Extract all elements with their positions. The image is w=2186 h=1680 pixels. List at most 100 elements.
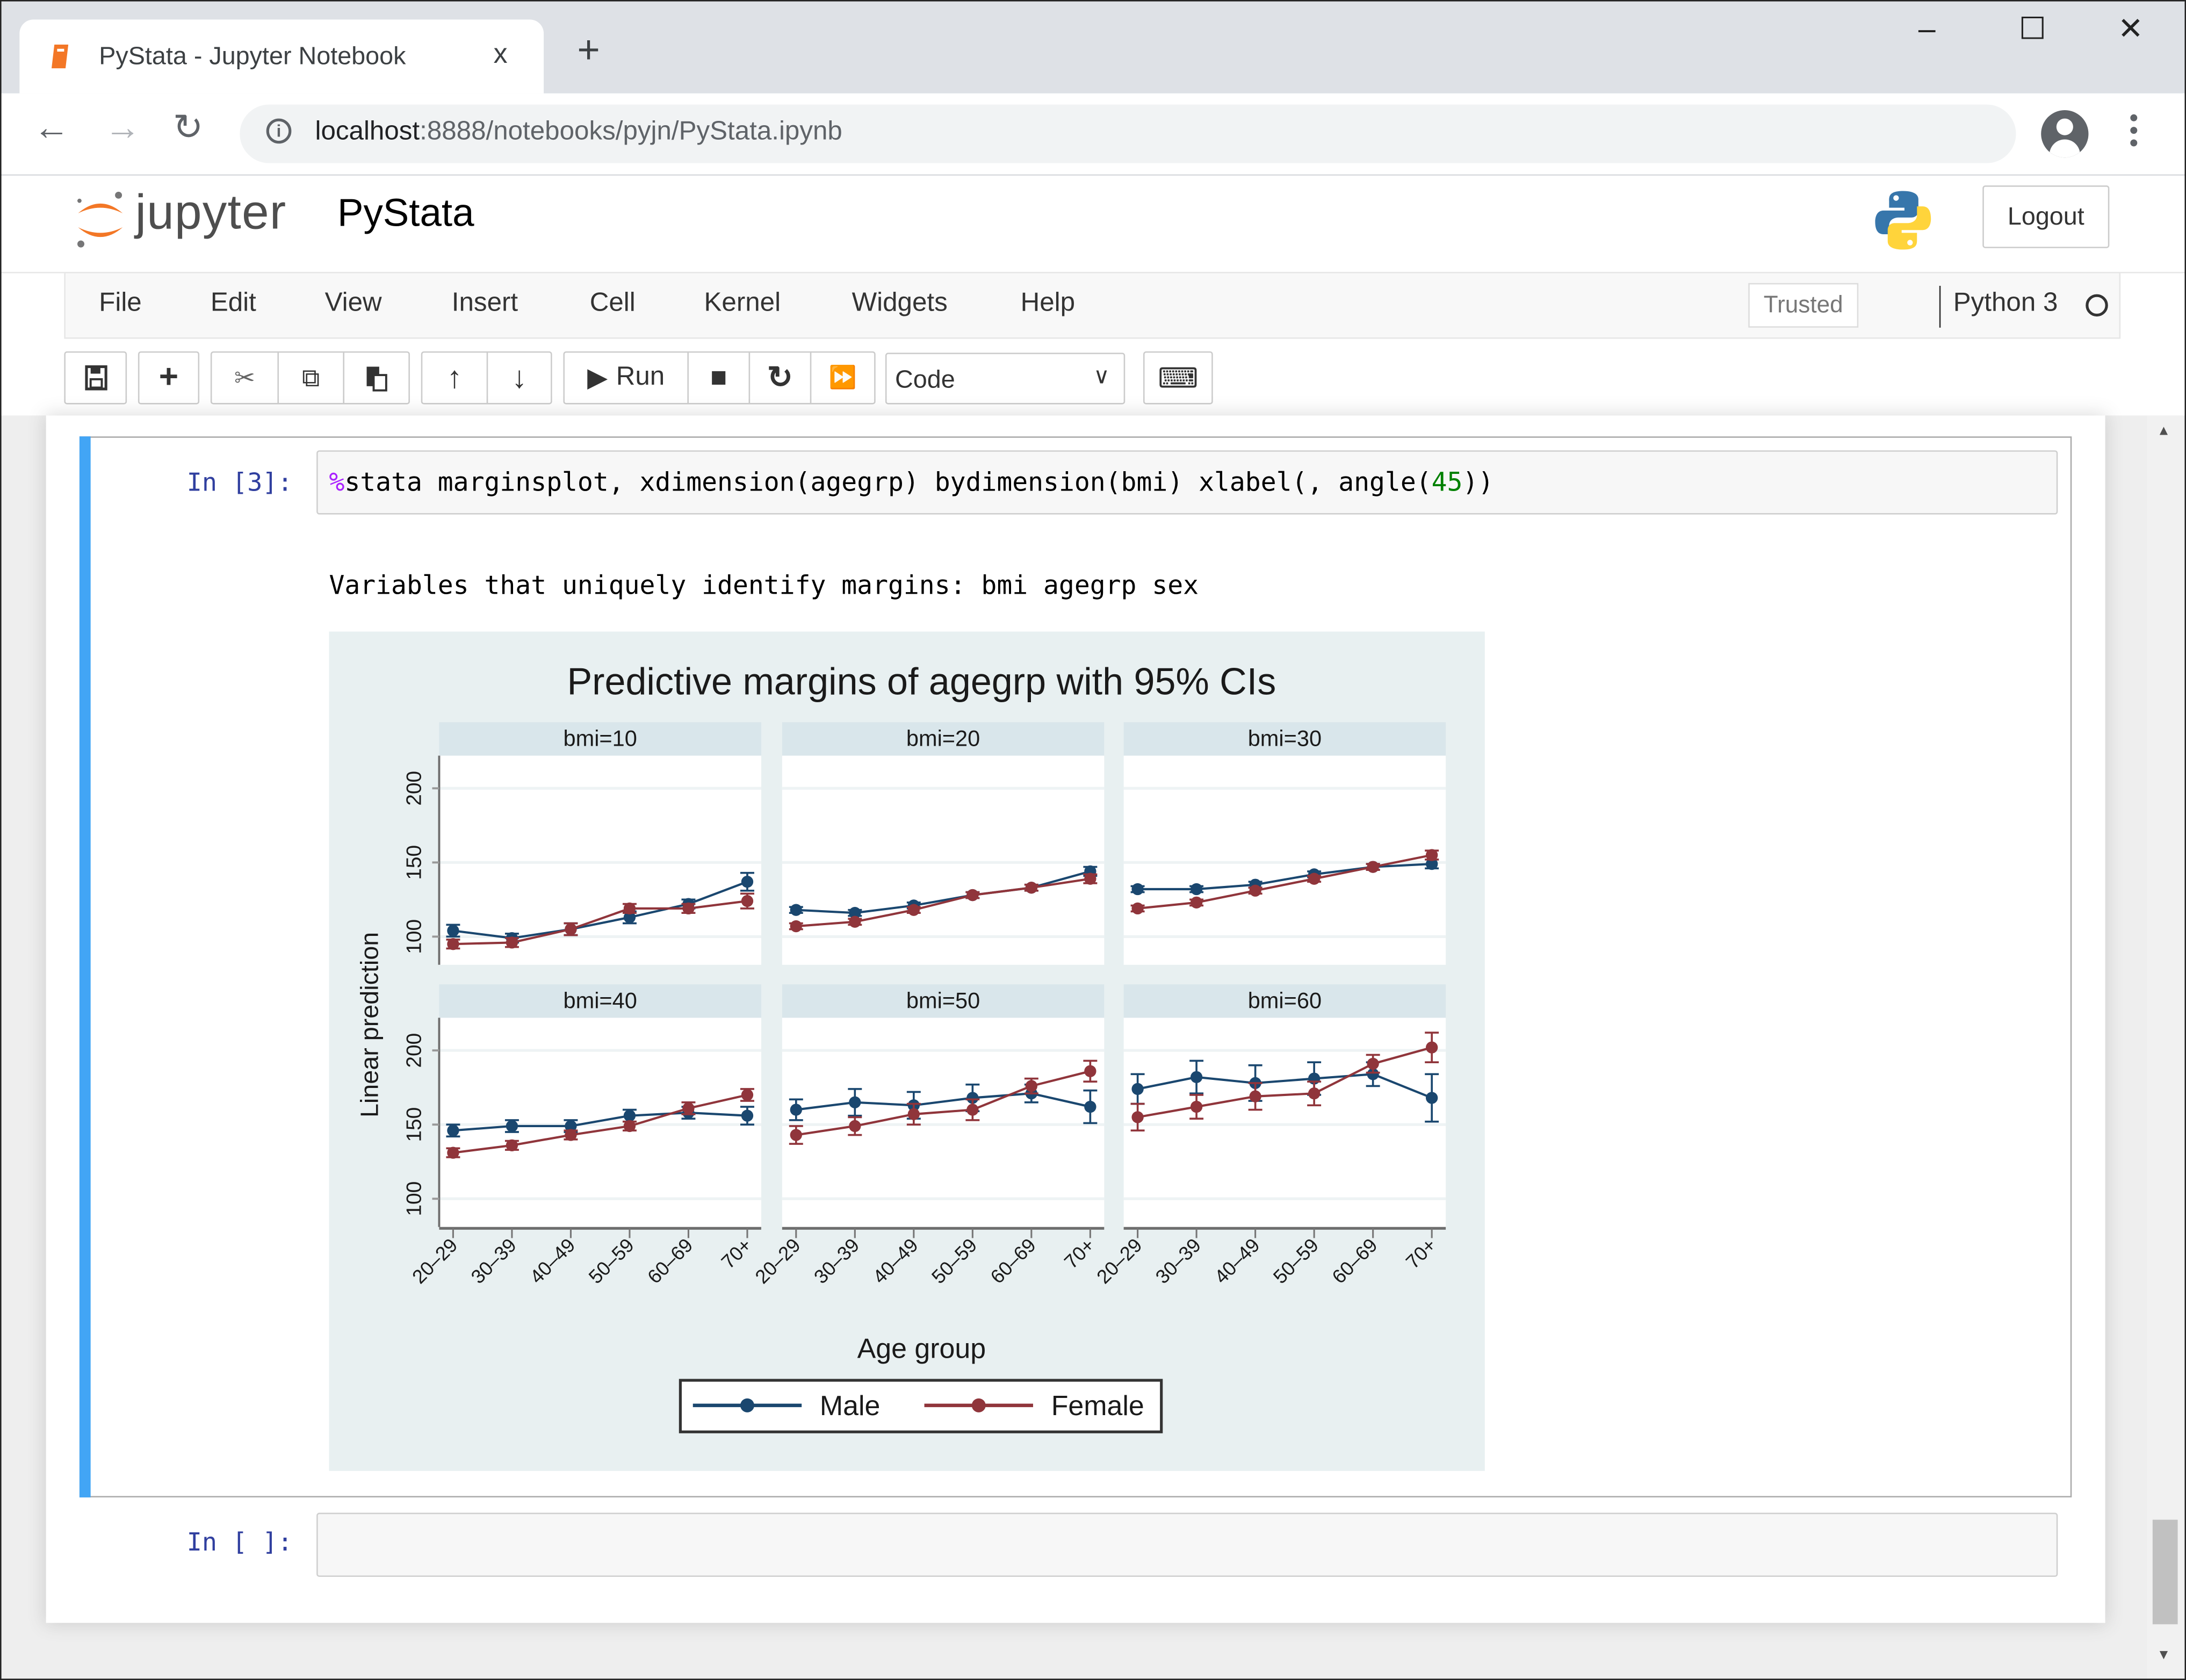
toolbar-group-save xyxy=(64,351,127,405)
panel-strip-label: bmi=60 xyxy=(1248,987,1322,1013)
scrollbar[interactable] xyxy=(2147,415,2183,1680)
data-point xyxy=(741,1109,754,1122)
y-tick-label: 100 xyxy=(403,1181,426,1216)
save-button[interactable] xyxy=(66,353,126,403)
x-tick-label: 30–39 xyxy=(1151,1234,1205,1288)
data-point xyxy=(790,1129,802,1141)
stop-icon: ■ xyxy=(710,362,727,393)
browser-menu-icon[interactable] xyxy=(2130,114,2139,152)
arrow-down-icon: ↓ xyxy=(511,359,527,395)
back-button[interactable]: ← xyxy=(33,109,69,145)
scroll-down-arrow-icon[interactable]: ▼ xyxy=(2157,1648,2171,1663)
reload-button[interactable]: ↻ xyxy=(173,109,204,145)
scrollbar-thumb[interactable] xyxy=(2152,1519,2178,1625)
code-text[interactable]: %stata marginsplot, xdimension(agegrp) b… xyxy=(329,468,1494,497)
insert-cell-button[interactable]: + xyxy=(140,353,198,403)
profile-avatar-icon[interactable] xyxy=(2041,110,2089,158)
paste-button[interactable] xyxy=(344,353,408,403)
x-tick-label: 50–59 xyxy=(1269,1234,1323,1288)
data-point xyxy=(1249,884,1261,897)
trusted-indicator[interactable]: Trusted xyxy=(1748,283,1859,328)
menu-cell[interactable]: Cell xyxy=(590,289,636,319)
chart-svg: Predictive margins of agegrp with 95% CI… xyxy=(355,660,1446,1433)
data-point xyxy=(1190,1071,1203,1084)
tab-close-icon[interactable]: x xyxy=(494,39,508,71)
cell-type-select[interactable]: Code ∨ xyxy=(885,352,1126,405)
browser-window: PyStata - Jupyter Notebook x + – ☐ ✕ ← →… xyxy=(0,0,2186,1680)
data-point xyxy=(1084,1065,1096,1077)
forward-button[interactable]: → xyxy=(105,109,141,145)
copy-button[interactable]: ⧉ xyxy=(279,352,344,403)
data-point xyxy=(1131,1083,1144,1095)
jupyter-logo-icon[interactable] xyxy=(73,188,128,251)
data-point xyxy=(907,904,920,916)
y-tick-label: 150 xyxy=(403,1107,426,1142)
toolbar-group-insert: + xyxy=(138,351,200,405)
restart-button[interactable]: ↻ xyxy=(750,352,812,403)
data-point xyxy=(447,925,459,937)
move-up-button[interactable]: ↑ xyxy=(422,352,488,403)
input-prompt: In [3]: xyxy=(186,468,293,498)
data-point xyxy=(1131,902,1144,915)
empty-cell-prompt: In [ ]: xyxy=(186,1528,293,1558)
tab-pystata[interactable]: PyStata - Jupyter Notebook x xyxy=(19,19,544,93)
menu-kernel[interactable]: Kernel xyxy=(704,289,781,319)
move-down-button[interactable]: ↓ xyxy=(488,353,551,403)
chevron-down-icon: ∨ xyxy=(1093,365,1110,390)
minimize-button[interactable]: – xyxy=(1918,11,1936,47)
y-tick-label: 200 xyxy=(403,1033,426,1068)
legend: Male Female xyxy=(679,1379,1163,1433)
notebook-name[interactable]: PyStata xyxy=(337,191,474,236)
data-point xyxy=(1190,883,1203,896)
x-tick-label: 40–49 xyxy=(868,1234,922,1288)
data-point xyxy=(1426,849,1438,861)
data-point xyxy=(1249,1090,1261,1102)
run-label: Run xyxy=(616,362,665,392)
menu-view[interactable]: View xyxy=(325,289,382,319)
cut-button[interactable]: ✂ xyxy=(212,352,279,403)
code-main: stata marginsplot, xdimension(agegrp) by… xyxy=(344,468,1432,498)
site-info-icon[interactable]: i xyxy=(266,118,292,144)
data-point xyxy=(1367,1057,1379,1070)
data-point xyxy=(1426,1041,1438,1054)
command-palette-button[interactable]: ⌨ xyxy=(1145,353,1212,403)
data-point xyxy=(849,915,861,928)
x-tick-label: 30–39 xyxy=(467,1234,521,1288)
interrupt-button[interactable]: ■ xyxy=(689,352,751,403)
cell-type-value: Code xyxy=(895,365,955,393)
x-tick-label: 50–59 xyxy=(927,1234,981,1288)
plus-icon: + xyxy=(158,358,179,396)
data-point xyxy=(790,920,802,933)
data-point xyxy=(682,1102,695,1114)
kernel-idle-indicator-icon xyxy=(2086,294,2108,317)
close-window-button[interactable]: ✕ xyxy=(2118,11,2144,47)
data-point xyxy=(1308,873,1321,885)
data-point xyxy=(506,1139,518,1152)
kernel-name[interactable]: Python 3 xyxy=(1953,289,2058,319)
url-text[interactable]: localhost:8888/notebooks/pyjn/PyStata.ip… xyxy=(315,117,842,148)
restart-run-all-button[interactable]: ⏩ xyxy=(811,353,874,403)
menu-widgets[interactable]: Widgets xyxy=(852,289,948,319)
data-point xyxy=(1190,896,1203,909)
paste-icon xyxy=(366,366,387,392)
data-point xyxy=(966,889,979,902)
empty-code-input[interactable] xyxy=(316,1512,2058,1577)
menu-edit[interactable]: Edit xyxy=(211,289,256,319)
new-tab-button[interactable]: + xyxy=(577,30,600,70)
panel-strip-label: bmi=40 xyxy=(564,987,637,1013)
menu-file[interactable]: File xyxy=(99,289,141,319)
kernel-separator xyxy=(1939,285,1941,328)
data-point xyxy=(966,1104,979,1116)
python-logo-icon xyxy=(1875,191,1931,250)
scroll-up-arrow-icon[interactable]: ▲ xyxy=(2157,424,2171,439)
save-icon xyxy=(84,365,107,391)
menu-insert[interactable]: Insert xyxy=(452,289,518,319)
maximize-button[interactable]: ☐ xyxy=(2019,11,2046,47)
menu-help[interactable]: Help xyxy=(1021,289,1075,319)
panel-bmi-40: bmi=40 100 150 200 20–29 30–39 40–49 50–59 60–69… xyxy=(403,984,761,1288)
data-point xyxy=(506,936,518,949)
data-point xyxy=(565,1129,577,1141)
logout-button[interactable]: Logout xyxy=(1982,185,2110,248)
run-button[interactable]: ▶ Run xyxy=(565,352,689,403)
data-point xyxy=(1025,882,1038,894)
